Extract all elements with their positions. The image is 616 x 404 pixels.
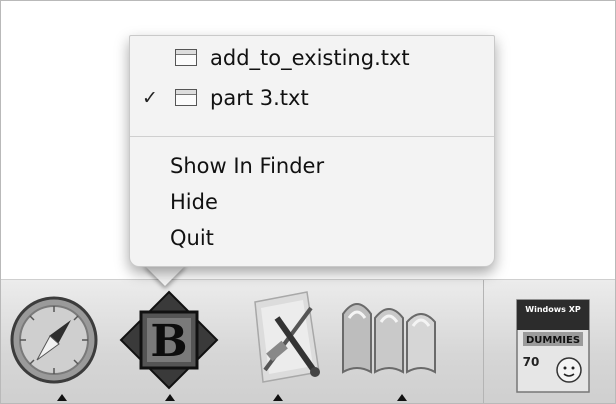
menu-item-label: Show In Finder bbox=[170, 154, 325, 178]
book-series: DUMMIES bbox=[526, 335, 580, 346]
microsoft-word-icon bbox=[342, 303, 436, 374]
menu-item-label: Quit bbox=[170, 226, 214, 250]
menu-item-label: part 3.txt bbox=[210, 86, 309, 110]
xcode-tools-icon bbox=[254, 291, 320, 383]
dock-context-menu: add_to_existing.txt ✓ part 3.txt Show In… bbox=[129, 35, 495, 267]
running-indicator bbox=[57, 394, 67, 401]
running-indicator bbox=[273, 394, 283, 401]
dock-item-book[interactable]: Windows XP DUMMIES 70 bbox=[513, 298, 595, 394]
menu-separator bbox=[130, 136, 494, 137]
menu-item-window[interactable]: ✓ part 3.txt bbox=[130, 82, 494, 114]
dock-item-microsoft-word[interactable] bbox=[337, 294, 449, 384]
screenshot-frame: B Windows XP DUMMIES 70 add_to_existing.… bbox=[0, 0, 616, 404]
document-window-icon bbox=[175, 89, 197, 106]
book-number: 70 bbox=[523, 355, 540, 369]
book-title: Windows XP bbox=[525, 305, 581, 314]
checkmark-icon: ✓ bbox=[142, 87, 158, 109]
dock-item-safari[interactable] bbox=[9, 294, 99, 386]
dock-item-bbedit[interactable]: B bbox=[119, 290, 219, 390]
running-indicator bbox=[165, 394, 175, 401]
book-cover-icon: Windows XP DUMMIES 70 bbox=[516, 299, 590, 393]
safari-compass-icon bbox=[10, 296, 98, 384]
menu-item-label: add_to_existing.txt bbox=[210, 46, 410, 70]
dock-item-developer-tools[interactable] bbox=[237, 288, 333, 386]
dock-separator bbox=[483, 280, 484, 403]
menu-item-label: Hide bbox=[170, 190, 218, 214]
menu-item-quit[interactable]: Quit bbox=[130, 222, 494, 254]
dock: B Windows XP DUMMIES 70 bbox=[1, 279, 615, 403]
menu-item-window[interactable]: add_to_existing.txt bbox=[130, 42, 494, 74]
bbedit-b-icon: B bbox=[119, 290, 219, 390]
menu-item-hide[interactable]: Hide bbox=[130, 186, 494, 218]
menu-item-show-in-finder[interactable]: Show In Finder bbox=[130, 150, 494, 182]
document-window-icon bbox=[175, 49, 197, 66]
svg-text:B: B bbox=[150, 316, 187, 367]
running-indicator bbox=[397, 394, 407, 401]
menu-pointer bbox=[143, 264, 187, 286]
